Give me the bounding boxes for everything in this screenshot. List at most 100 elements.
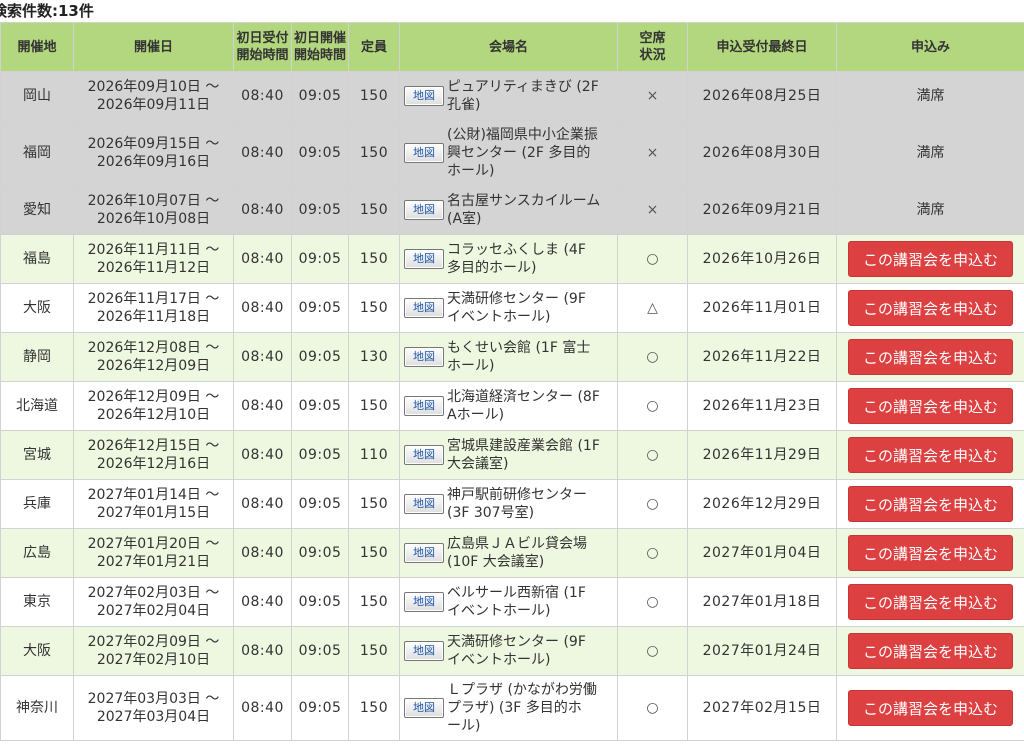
- map-button[interactable]: 地図: [404, 641, 444, 661]
- venue-cell: 地図 天満研修センター (9F イベントホール): [399, 283, 618, 333]
- venue-cell: 地図 (公財)福岡県中小企業振 興センター (2F 多目的 ホール): [399, 120, 618, 186]
- location-cell: 福島: [0, 234, 74, 284]
- apply-button[interactable]: この講習会を申込む: [848, 633, 1013, 669]
- capacity-cell: 150: [348, 381, 400, 431]
- capacity-cell: 110: [348, 430, 400, 480]
- venue-name-line: 多目的ホール): [447, 260, 537, 276]
- map-button[interactable]: 地図: [404, 143, 444, 163]
- full-status: 満席: [916, 88, 945, 104]
- header-deadline: 申込受付最終日: [687, 22, 837, 72]
- venue-name: コラッセふくしま (4F 多目的ホール): [447, 241, 586, 277]
- reception-time-cell: 08:40: [233, 675, 292, 741]
- deadline-cell: 2026年12月29日: [687, 479, 837, 529]
- apply-cell: この講習会を申込む: [836, 332, 1024, 382]
- venue-cell: 地図 ベルサール西新宿 (1F イベントホール): [399, 577, 618, 627]
- location-cell: 宮城: [0, 430, 74, 480]
- venue-name-line: (公財)福岡県中小企業振: [447, 127, 598, 143]
- venue-name-line: ホール): [447, 358, 495, 374]
- apply-button[interactable]: この講習会を申込む: [848, 290, 1013, 326]
- table-row: 静岡 2026年12月08日 ～ 2026年12月09日 08:40 09:05 …: [0, 332, 1024, 382]
- apply-button[interactable]: この講習会を申込む: [848, 388, 1013, 424]
- table-row: 北海道 2026年12月09日 ～ 2026年12月10日 08:40 09:05…: [0, 381, 1024, 431]
- venue-cell: 地図 天満研修センター (9F イベントホール): [399, 626, 618, 676]
- map-button[interactable]: 地図: [404, 298, 444, 318]
- venue-name-line: プラザ) (3F 多目的ホ: [447, 700, 582, 716]
- venue-name-line: もくせい会館 (1F 富士: [447, 340, 591, 356]
- date-cell: 2027年02月03日 ～ 2027年02月04日: [73, 577, 234, 627]
- apply-button[interactable]: この講習会を申込む: [848, 241, 1013, 277]
- header-venue: 会場名: [399, 22, 618, 72]
- map-button[interactable]: 地図: [404, 200, 444, 220]
- venue-name-line: 孔雀): [447, 97, 481, 113]
- apply-button[interactable]: この講習会を申込む: [848, 535, 1013, 571]
- apply-button[interactable]: この講習会を申込む: [848, 437, 1013, 473]
- venue-name: 北海道経済センター (8F Aホール): [447, 388, 600, 424]
- venue-name: Ｌプラザ (かながわ労働 プラザ) (3F 多目的ホ ール): [447, 681, 597, 735]
- venue-name-line: 大会議室): [447, 456, 509, 472]
- seat-status-cell: ○: [617, 675, 688, 741]
- apply-cell: この講習会を申込む: [836, 675, 1024, 741]
- map-button[interactable]: 地図: [404, 347, 444, 367]
- map-button[interactable]: 地図: [404, 86, 444, 106]
- venue-name-line: イベントホール): [447, 309, 551, 325]
- header-capacity: 定員: [348, 22, 400, 72]
- venue-name: 宮城県建設産業会館 (1F 大会議室): [447, 437, 600, 473]
- table-row: 広島 2027年01月20日 ～ 2027年01月21日 08:40 09:05 …: [0, 528, 1024, 578]
- venue-name-line: 天満研修センター (9F: [447, 291, 586, 307]
- venue-name-line: 広島県ＪＡビル貸会場: [447, 536, 587, 552]
- map-button[interactable]: 地図: [404, 543, 444, 563]
- deadline-cell: 2027年02月15日: [687, 675, 837, 741]
- start-time-cell: 09:05: [291, 528, 349, 578]
- venue-cell: 地図 北海道経済センター (8F Aホール): [399, 381, 618, 431]
- seminar-table: 開催地 開催日 初日受付 開始時間 初日開催 開始時間 定員 会場名 空席 状況 申込…: [0, 22, 1024, 741]
- venue-name-line: ール): [447, 718, 481, 734]
- reception-time-cell: 08:40: [233, 577, 292, 627]
- map-button[interactable]: 地図: [404, 592, 444, 612]
- capacity-cell: 150: [348, 528, 400, 578]
- location-cell: 静岡: [0, 332, 74, 382]
- venue-name: 神戸駅前研修センター (3F 307号室): [447, 486, 587, 522]
- start-time-cell: 09:05: [291, 120, 349, 186]
- venue-name-line: ピュアリティまきび (2F: [447, 79, 599, 95]
- map-button[interactable]: 地図: [404, 396, 444, 416]
- map-button[interactable]: 地図: [404, 445, 444, 465]
- reception-time-cell: 08:40: [233, 71, 292, 121]
- apply-button[interactable]: この講習会を申込む: [848, 486, 1013, 522]
- start-time-cell: 09:05: [291, 430, 349, 480]
- date-cell: 2027年01月14日 ～ 2027年01月15日: [73, 479, 234, 529]
- location-cell: 広島: [0, 528, 74, 578]
- venue-cell: 地図 宮城県建設産業会館 (1F 大会議室): [399, 430, 618, 480]
- apply-cell: この講習会を申込む: [836, 234, 1024, 284]
- date-cell: 2026年09月15日 ～ 2026年09月16日: [73, 120, 234, 186]
- header-apply: 申込み: [836, 22, 1024, 72]
- apply-button[interactable]: この講習会を申込む: [848, 690, 1013, 726]
- capacity-cell: 130: [348, 332, 400, 382]
- date-cell: 2026年11月11日 ～ 2026年11月12日: [73, 234, 234, 284]
- venue-name: ベルサール西新宿 (1F イベントホール): [447, 584, 586, 620]
- seat-status-cell: ○: [617, 626, 688, 676]
- date-cell: 2026年10月07日 ～ 2026年10月08日: [73, 185, 234, 235]
- map-button[interactable]: 地図: [404, 249, 444, 269]
- date-cell: 2027年03月03日 ～ 2027年03月04日: [73, 675, 234, 741]
- table-row: 岡山 2026年09月10日 ～ 2026年09月11日 08:40 09:05 …: [0, 71, 1024, 121]
- apply-button[interactable]: この講習会を申込む: [848, 584, 1013, 620]
- reception-time-cell: 08:40: [233, 283, 292, 333]
- full-status: 満席: [916, 145, 945, 161]
- venue-cell: 地図 コラッセふくしま (4F 多目的ホール): [399, 234, 618, 284]
- map-button[interactable]: 地図: [404, 494, 444, 514]
- apply-cell: この講習会を申込む: [836, 283, 1024, 333]
- date-cell: 2027年02月09日 ～ 2027年02月10日: [73, 626, 234, 676]
- seat-status-cell: ○: [617, 381, 688, 431]
- date-cell: 2026年11月17日 ～ 2026年11月18日: [73, 283, 234, 333]
- apply-cell: この講習会を申込む: [836, 626, 1024, 676]
- capacity-cell: 150: [348, 479, 400, 529]
- apply-cell: 満席: [836, 120, 1024, 186]
- seat-status-cell: ○: [617, 577, 688, 627]
- map-button[interactable]: 地図: [404, 698, 444, 718]
- result-count: 検索件数:13件: [0, 2, 94, 20]
- apply-button[interactable]: この講習会を申込む: [848, 339, 1013, 375]
- table-body: 岡山 2026年09月10日 ～ 2026年09月11日 08:40 09:05 …: [0, 71, 1024, 741]
- venue-cell: 地図 名古屋サンスカイルーム (A室): [399, 185, 618, 235]
- start-time-cell: 09:05: [291, 479, 349, 529]
- seat-status-cell: ○: [617, 332, 688, 382]
